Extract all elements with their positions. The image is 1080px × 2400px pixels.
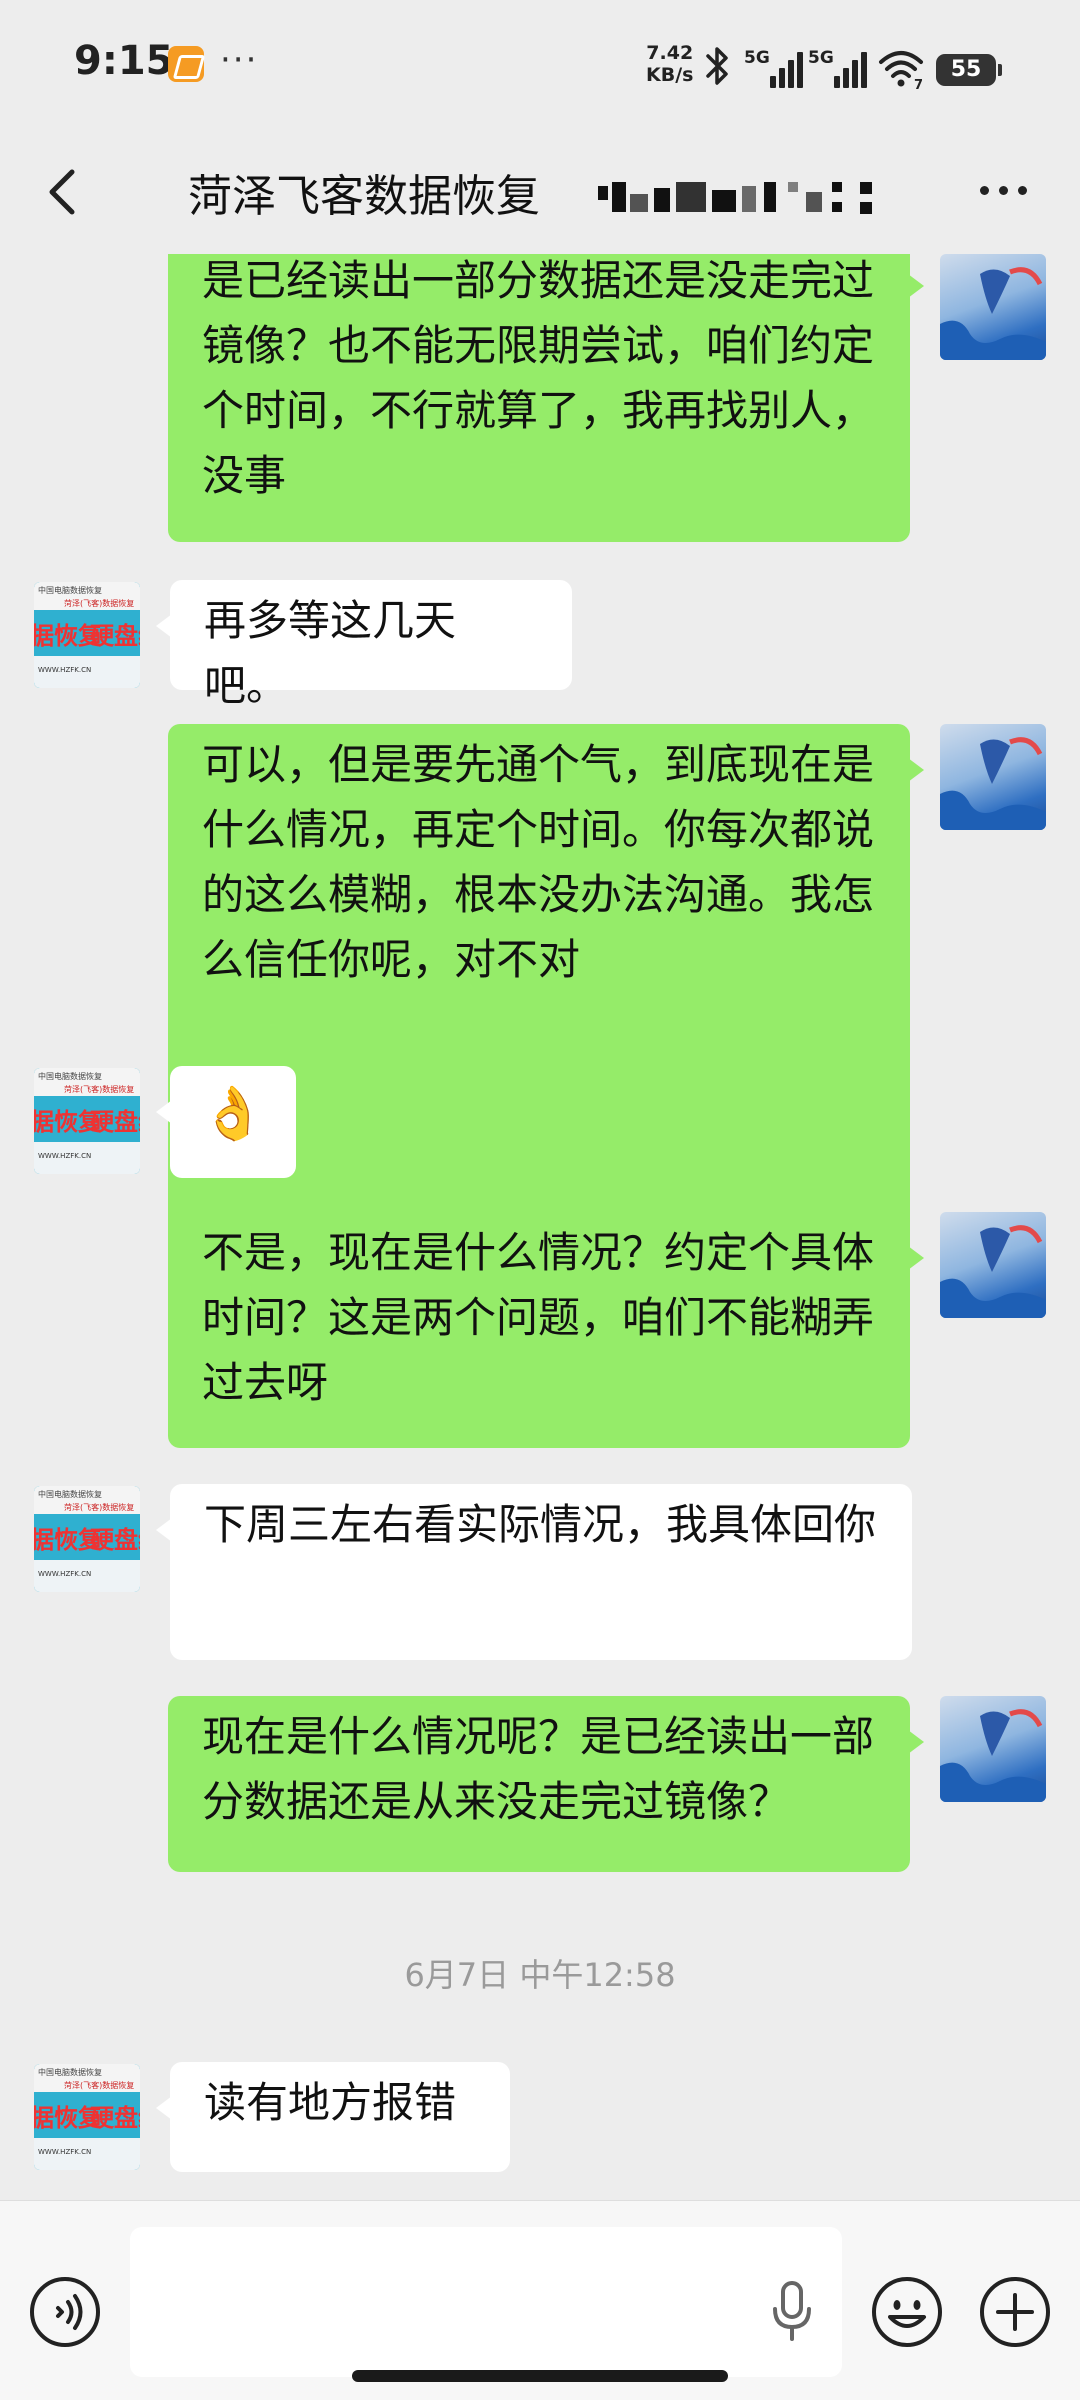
voice-mode-icon[interactable] [28, 2275, 102, 2349]
plus-icon[interactable] [978, 2275, 1052, 2349]
my-avatar[interactable] [940, 724, 1046, 830]
redacted-name [598, 178, 878, 218]
more-dots-icon[interactable] [974, 170, 1034, 210]
contact-avatar-image: 中国电脑数据恢复 菏泽(飞客)数据恢复 据恢复 硬盘维 WWW.HZFK.CN [34, 2064, 140, 2170]
my-avatar[interactable] [940, 1212, 1046, 1318]
avatar-url: WWW.HZFK.CN [38, 1152, 91, 1160]
avatar-line-b: 菏泽(飞客)数据恢复 [64, 1084, 134, 1094]
avatar-line-b: 菏泽(飞客)数据恢复 [64, 1502, 134, 1512]
wifi-tag: 7 [914, 78, 923, 90]
avatar-image [940, 737, 1046, 830]
status-time: 9:15 [74, 38, 174, 84]
status-bar: 9:15 ··· 7.42 KB/s 5G 5G 7 55 [0, 0, 1080, 130]
message-received-emoji[interactable]: 👌 [156, 1066, 296, 1178]
avatar-big-b: 硬盘维 [90, 622, 140, 650]
my-avatar[interactable] [940, 254, 1046, 360]
message-received[interactable]: 再多等这几天吧。 [156, 580, 572, 710]
network-speed-value: 7.42 [646, 42, 694, 64]
contact-avatar[interactable]: 中国电脑数据恢复 菏泽(飞客)数据恢复 据恢复 硬盘维 WWW.HZFK.CN [34, 1068, 140, 1174]
avatar-line-a: 中国电脑数据恢复 [38, 1071, 102, 1081]
avatar-url: WWW.HZFK.CN [38, 1570, 91, 1578]
avatar-big-b: 硬盘维 [90, 2104, 140, 2132]
my-avatar[interactable] [940, 1696, 1046, 1802]
bluetooth-icon [706, 47, 728, 85]
battery-level: 55 [950, 57, 982, 82]
signal-sim1-icon: 5G [744, 48, 806, 88]
chat-messages[interactable]: 是已经读出一部分数据还是没走完过镜像？也不能无限期尝试，咱们约定个时间，不行就算… [0, 254, 1080, 2200]
avatar-image [940, 1225, 1046, 1318]
emoji-icon[interactable] [870, 2275, 944, 2349]
avatar-line-a: 中国电脑数据恢复 [38, 1489, 102, 1499]
message-received[interactable]: 读有地方报错 [156, 2062, 510, 2172]
sim1-label: 5G [744, 48, 770, 68]
avatar-image [940, 267, 1046, 360]
message-sent[interactable]: 现在是什么情况呢？是已经读出一部分数据还是从来没走完过镜像？ [168, 1696, 924, 1872]
home-indicator[interactable] [352, 2370, 728, 2382]
contact-avatar-image: 中国电脑数据恢复 菏泽(飞客)数据恢复 据恢复 硬盘维 WWW.HZFK.CN [34, 582, 140, 688]
message-received[interactable]: 下周三左右看实际情况，我具体回你 [156, 1484, 912, 1660]
avatar-url: WWW.HZFK.CN [38, 2148, 91, 2156]
avatar-image [940, 1709, 1046, 1802]
network-speed: 7.42 KB/s [646, 42, 693, 86]
avatar-big-b: 硬盘维 [90, 1526, 140, 1554]
chat-header: 菏泽飞客数据恢复 [0, 130, 1080, 254]
sim2-label: 5G [808, 48, 834, 68]
avatar-line-a: 中国电脑数据恢复 [38, 2067, 102, 2077]
avatar-url: WWW.HZFK.CN [38, 666, 91, 674]
contact-avatar[interactable]: 中国电脑数据恢复 菏泽(飞客)数据恢复 据恢复 硬盘维 WWW.HZFK.CN [34, 2064, 140, 2170]
chevron-left-icon[interactable] [34, 160, 94, 224]
message-sent[interactable]: 可以，但是要先通个气，到底现在是什么情况，再定个时间。你每次都说的这么模糊，根本… [168, 724, 924, 1288]
contact-avatar-image: 中国电脑数据恢复 菏泽(飞客)数据恢复 据恢复 硬盘维 WWW.HZFK.CN [34, 1068, 140, 1174]
message-input[interactable] [130, 2227, 842, 2377]
signal-sim2-icon: 5G [808, 48, 870, 88]
chat-title: 菏泽飞客数据恢复 [188, 171, 540, 222]
contact-avatar[interactable]: 中国电脑数据恢复 菏泽(飞客)数据恢复 据恢复 硬盘维 WWW.HZFK.CN [34, 1486, 140, 1592]
wifi-icon: 7 [879, 51, 923, 90]
avatar-line-b: 菏泽(飞客)数据恢复 [64, 2080, 134, 2090]
contact-avatar[interactable]: 中国电脑数据恢复 菏泽(飞客)数据恢复 据恢复 硬盘维 WWW.HZFK.CN [34, 582, 140, 688]
more-notifications-indicator: ··· [220, 40, 259, 80]
network-speed-unit: KB/s [646, 64, 694, 86]
message-sent[interactable]: 是已经读出一部分数据还是没走完过镜像？也不能无限期尝试，咱们约定个时间，不行就算… [168, 254, 924, 542]
battery-icon: 55 [936, 54, 1002, 86]
avatar-big-b: 硬盘维 [90, 1108, 140, 1136]
status-icons: 5G 5G 7 55 [700, 40, 1020, 90]
message-sent[interactable]: 不是，现在是什么情况？约定个具体时间？这是两个问题，咱们不能糊弄过去呀 [168, 1212, 924, 1448]
message-timestamp: 6月7日 中午12:58 [404, 1956, 676, 1994]
app-notification-icon [168, 46, 204, 82]
avatar-line-b: 菏泽(飞客)数据恢复 [64, 598, 134, 608]
contact-avatar-image: 中国电脑数据恢复 菏泽(飞客)数据恢复 据恢复 硬盘维 WWW.HZFK.CN [34, 1486, 140, 1592]
avatar-line-a: 中国电脑数据恢复 [38, 585, 102, 595]
microphone-icon[interactable] [770, 2279, 814, 2343]
